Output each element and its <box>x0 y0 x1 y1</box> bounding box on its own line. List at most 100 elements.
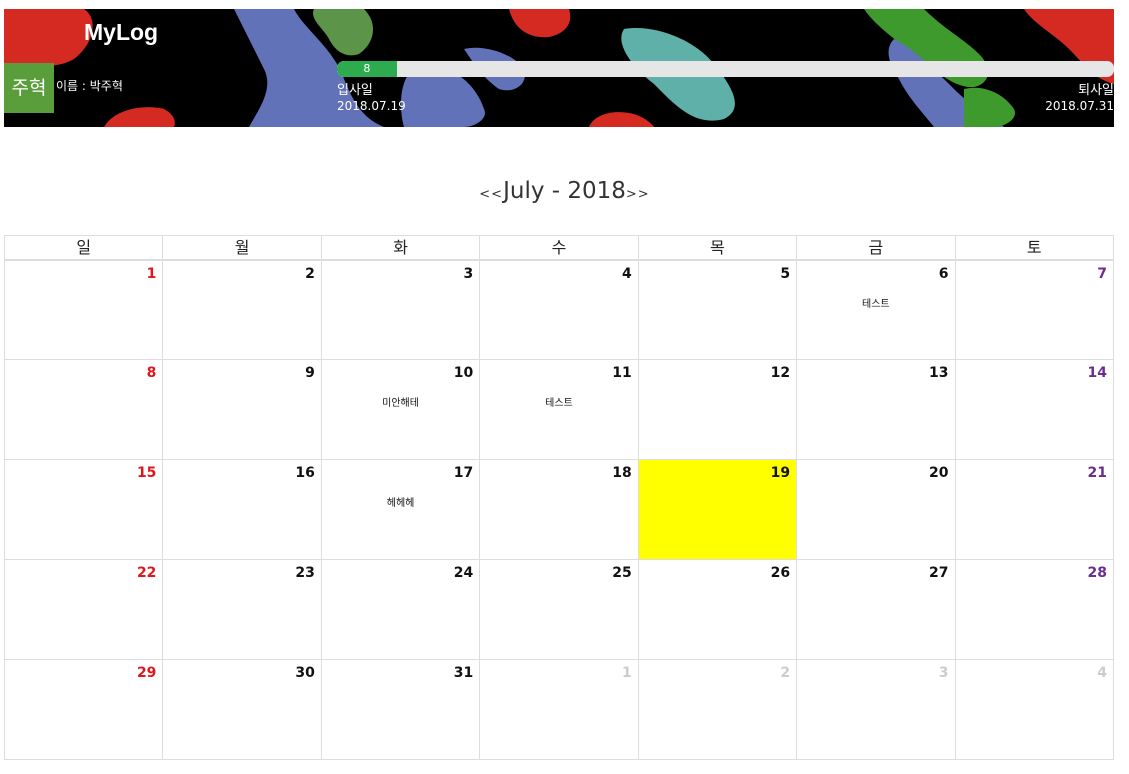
calendar-day-cell[interactable]: 11 테스트 <box>480 360 639 460</box>
day-number: 2 <box>780 665 791 681</box>
weekday-tue: 화 <box>322 236 481 259</box>
day-number: 19 <box>770 465 791 481</box>
day-number: 12 <box>770 365 791 381</box>
month-title: July - 2018 <box>503 178 626 204</box>
day-number: 23 <box>295 565 315 581</box>
calendar: 일 월 화 수 목 금 토 1 2 3 4 5 6 테스트 7 8 9 10 미안해테 11 테스트 12 1… <box>4 235 1114 760</box>
calendar-day-cell[interactable]: 24 <box>321 560 481 660</box>
calendar-day-cell[interactable]: 30 <box>163 660 322 760</box>
day-number: 20 <box>929 465 949 481</box>
weekday-mon: 월 <box>163 236 322 259</box>
calendar-day-cell[interactable]: 18 <box>480 460 639 560</box>
employment-progress-bar: 8 <box>337 61 1114 77</box>
calendar-day-cell[interactable]: 1 <box>4 260 164 360</box>
calendar-day-cell[interactable]: 3 <box>797 660 956 760</box>
day-number: 11 <box>612 365 632 381</box>
day-number: 15 <box>136 465 157 481</box>
day-number: 31 <box>453 665 474 681</box>
prev-month-button[interactable]: << <box>479 187 503 202</box>
calendar-day-cell[interactable]: 3 <box>321 260 481 360</box>
calendar-day-cell[interactable]: 5 <box>638 260 798 360</box>
calendar-day-cell[interactable]: 15 <box>4 460 164 560</box>
calendar-day-cell[interactable]: 17 헤헤헤 <box>321 460 481 560</box>
day-number: 3 <box>463 266 474 282</box>
calendar-day-cell[interactable]: 23 <box>163 560 322 660</box>
calendar-day-cell[interactable]: 31 <box>321 660 481 760</box>
calendar-week-row: 29 30 31 1 2 3 4 <box>4 660 1114 760</box>
calendar-day-cell[interactable]: 4 <box>480 260 639 360</box>
calendar-day-cell[interactable]: 21 <box>955 460 1114 560</box>
day-number: 6 <box>938 266 949 282</box>
weekday-thu: 목 <box>639 236 798 259</box>
calendar-week-row: 8 9 10 미안해테 11 테스트 12 13 14 <box>4 360 1114 460</box>
calendar-day-cell-today[interactable]: 19 <box>638 460 798 560</box>
calendar-day-cell[interactable]: 29 <box>4 660 164 760</box>
calendar-grid: 1 2 3 4 5 6 테스트 7 8 9 10 미안해테 11 테스트 12 13 14 15 16 17 헤헤헤 18… <box>4 260 1114 760</box>
next-month-button[interactable]: >> <box>626 187 650 202</box>
progress-fill: 8 <box>337 61 397 77</box>
calendar-day-cell[interactable]: 20 <box>797 460 956 560</box>
day-number: 3 <box>938 665 949 681</box>
weekday-sat: 토 <box>1026 238 1042 257</box>
calendar-day-cell[interactable]: 6 테스트 <box>797 260 956 360</box>
calendar-day-cell[interactable]: 26 <box>638 560 798 660</box>
day-number: 14 <box>1087 365 1107 381</box>
end-date-value: 2018.07.31 <box>1045 99 1114 113</box>
day-number: 10 <box>453 365 474 381</box>
day-number: 30 <box>295 665 315 681</box>
day-number: 7 <box>1097 266 1107 282</box>
weekday-fri: 금 <box>797 236 956 259</box>
calendar-day-cell[interactable]: 12 <box>638 360 798 460</box>
day-number: 28 <box>1087 565 1107 581</box>
calendar-day-cell[interactable]: 22 <box>4 560 164 660</box>
day-number: 4 <box>621 266 632 282</box>
day-number: 17 <box>453 465 474 481</box>
calendar-event[interactable]: 테스트 <box>797 295 954 310</box>
calendar-day-cell[interactable]: 25 <box>480 560 639 660</box>
day-number: 24 <box>453 565 474 581</box>
calendar-day-cell[interactable]: 14 <box>955 360 1114 460</box>
calendar-week-row: 22 23 24 25 26 27 28 <box>4 560 1114 660</box>
calendar-day-cell[interactable]: 9 <box>163 360 322 460</box>
start-date-value: 2018.07.19 <box>337 99 406 113</box>
calendar-event[interactable]: 헤헤헤 <box>322 494 479 509</box>
calendar-day-cell[interactable]: 7 <box>955 260 1114 360</box>
day-number: 22 <box>136 565 157 581</box>
day-number: 4 <box>1097 665 1107 681</box>
calendar-day-cell[interactable]: 10 미안해테 <box>321 360 481 460</box>
app-logo[interactable]: MyLog <box>84 19 158 46</box>
end-date-label: 퇴사일 <box>1078 83 1114 98</box>
calendar-day-cell[interactable]: 28 <box>955 560 1114 660</box>
calendar-event[interactable]: 미안해테 <box>322 394 479 409</box>
calendar-day-cell[interactable]: 4 <box>955 660 1114 760</box>
calendar-day-cell[interactable]: 2 <box>163 260 322 360</box>
calendar-week-row: 15 16 17 헤헤헤 18 19 20 21 <box>4 460 1114 560</box>
calendar-day-cell[interactable]: 8 <box>4 360 164 460</box>
start-date-label: 입사일 <box>337 83 373 98</box>
header-banner: MyLog 주혁 이름 : 박주혁 8 입사일 2018.07.19 퇴사일 2… <box>4 9 1114 127</box>
weekday-sun: 일 <box>5 236 164 259</box>
calendar-day-cell[interactable]: 16 <box>163 460 322 560</box>
day-number: 1 <box>146 266 157 282</box>
calendar-day-cell[interactable]: 13 <box>797 360 956 460</box>
day-number: 1 <box>621 665 632 681</box>
day-number: 8 <box>146 365 157 381</box>
calendar-day-cell[interactable]: 2 <box>638 660 798 760</box>
day-number: 26 <box>770 565 791 581</box>
calendar-day-cell[interactable]: 1 <box>480 660 639 760</box>
day-number: 2 <box>305 266 315 282</box>
day-number: 13 <box>929 365 949 381</box>
calendar-week-row: 1 2 3 4 5 6 테스트 7 <box>4 260 1114 360</box>
month-navigation: <<July - 2018>> <box>0 178 1129 204</box>
avatar: 주혁 <box>4 63 54 113</box>
day-number: 21 <box>1087 465 1107 481</box>
day-number: 9 <box>305 365 315 381</box>
day-number: 18 <box>612 465 632 481</box>
weekday-wed: 수 <box>480 236 639 259</box>
calendar-day-cell[interactable]: 27 <box>797 560 956 660</box>
weekday-header: 일 월 화 수 목 금 토 <box>4 235 1114 260</box>
calendar-event[interactable]: 테스트 <box>480 394 637 409</box>
day-number: 5 <box>780 266 791 282</box>
day-number: 27 <box>929 565 949 581</box>
user-name-label: 이름 : 박주혁 <box>56 79 123 93</box>
